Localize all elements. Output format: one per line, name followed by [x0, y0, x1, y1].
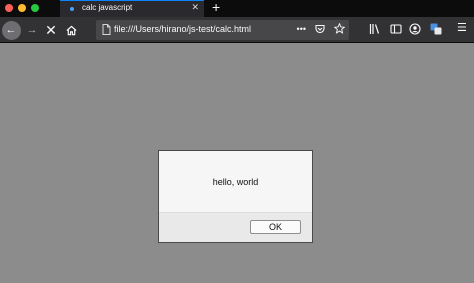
- tab-favicon-icon: [70, 7, 74, 11]
- pocket-icon[interactable]: [315, 24, 325, 34]
- home-button[interactable]: [62, 17, 80, 43]
- tab-calc-javascript[interactable]: calc javascript ✕: [60, 0, 204, 17]
- tab-title: calc javascript: [82, 3, 133, 12]
- stop-loading-button[interactable]: ✕: [42, 17, 60, 43]
- hamburger-menu-icon[interactable]: ☰: [457, 21, 467, 34]
- tab-strip: calc javascript ✕ +: [0, 0, 474, 17]
- window-minimize-button[interactable]: [18, 4, 26, 12]
- window-close-button[interactable]: [5, 4, 13, 12]
- window-maximize-button[interactable]: [31, 4, 39, 12]
- library-icon[interactable]: [369, 23, 381, 35]
- navigation-toolbar: ← → ✕ file:///Users/hirano/js-test/calc.…: [0, 17, 474, 43]
- back-button[interactable]: ←: [1, 17, 21, 43]
- alert-dialog: hello, world OK: [158, 150, 313, 243]
- forward-button[interactable]: →: [22, 17, 42, 43]
- home-icon: [66, 25, 76, 35]
- tab-close-icon[interactable]: ✕: [191, 2, 199, 13]
- translate-extension-icon[interactable]: [430, 23, 442, 35]
- page-actions-icon[interactable]: •••: [297, 24, 306, 34]
- back-arrow-icon: ←: [1, 20, 21, 40]
- sidebar-toggle-icon[interactable]: [390, 23, 402, 35]
- page-icon: [102, 24, 111, 35]
- url-text[interactable]: file:///Users/hirano/js-test/calc.html: [114, 24, 251, 34]
- ok-button[interactable]: OK: [250, 220, 301, 234]
- new-tab-button[interactable]: +: [212, 0, 220, 15]
- account-icon[interactable]: [409, 23, 421, 35]
- address-bar[interactable]: file:///Users/hirano/js-test/calc.html •…: [96, 20, 349, 40]
- dialog-footer: OK: [159, 212, 312, 242]
- bookmark-star-icon[interactable]: [334, 23, 345, 34]
- alert-message: hello, world: [212, 177, 259, 187]
